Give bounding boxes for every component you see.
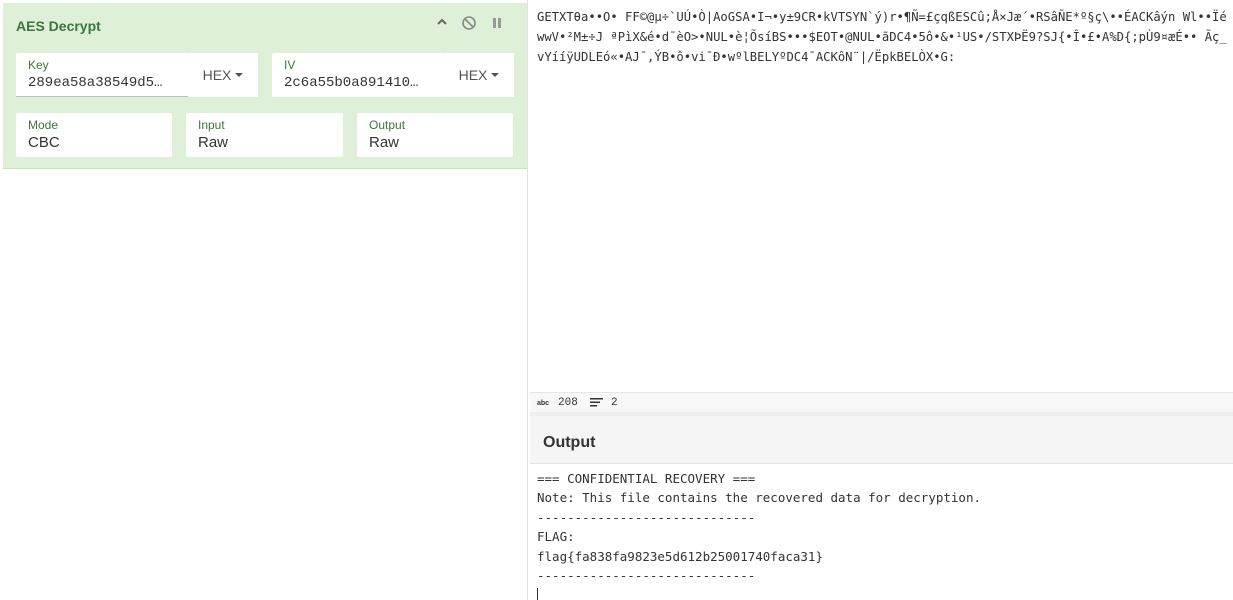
text-length-value: 208 [558, 397, 578, 409]
iv-format-label: HEX [458, 67, 488, 83]
input-format-field[interactable]: Input Raw [186, 113, 343, 157]
lines-icon [590, 397, 604, 411]
output-format-value[interactable]: Raw [369, 134, 399, 151]
output-line: === CONFIDENTIAL RECOVERY === [537, 471, 756, 486]
iv-field[interactable]: IV 2c6a55b0a891410… [272, 53, 444, 97]
aes-decrypt-operation: AES Decrypt Key 289ea58a38549d5… HEX IV … [3, 3, 527, 169]
key-value[interactable]: 289ea58a38549d5… [28, 75, 186, 91]
output-line: FLAG: [537, 529, 575, 544]
app-root: AES Decrypt Key 289ea58a38549d5… HEX IV … [0, 0, 1233, 600]
output-body[interactable]: === CONFIDENTIAL RECOVERY === Note: This… [530, 464, 1233, 600]
output-title: Output [543, 434, 596, 451]
output-format-field[interactable]: Output Raw [357, 113, 513, 157]
key-underline [16, 96, 188, 97]
key-field[interactable]: Key 289ea58a38549d5… [16, 53, 188, 97]
svg-text:abc: abc [537, 400, 549, 407]
mode-field[interactable]: Mode CBC [16, 113, 172, 157]
key-format-dropdown[interactable]: HEX [188, 53, 258, 97]
iv-value[interactable]: 2c6a55b0a891410… [284, 75, 442, 91]
mode-label: Mode [28, 118, 59, 132]
input-format-label: Input [198, 118, 225, 132]
key-label: Key [28, 58, 49, 72]
output-line: Note: This file contains the recovered d… [537, 490, 982, 505]
pause-icon[interactable] [488, 15, 506, 33]
input-status-bar: abc 208 2 [530, 392, 1233, 412]
text-length-icon: abc [537, 397, 551, 411]
caret-down-icon [235, 73, 244, 77]
output-line: ----------------------------- [537, 510, 756, 525]
lines-value: 2 [611, 397, 618, 409]
input-pane[interactable]: GETXTθa••O• FF©@µ÷`UÚ•Ò|AoGSA•I¬•y±9CR•k… [530, 0, 1233, 392]
disable-icon[interactable] [460, 15, 478, 33]
operation-title: AES Decrypt [16, 18, 101, 34]
input-format-value[interactable]: Raw [198, 134, 228, 151]
input-text[interactable]: GETXTθa••O• FF©@µ÷`UÚ•Ò|AoGSA•I¬•y±9CR•k… [537, 7, 1231, 67]
chevron-up-icon[interactable] [433, 15, 451, 33]
iv-label: IV [284, 58, 296, 72]
output-format-label: Output [369, 118, 406, 132]
text-cursor [537, 588, 538, 600]
caret-down-icon [491, 73, 500, 77]
recipe-panel: AES Decrypt Key 289ea58a38549d5… HEX IV … [0, 0, 528, 600]
output-line: flag{fa838fa9823e5d612b25001740faca31} [537, 549, 823, 564]
output-header: Output [530, 416, 1233, 464]
iv-format-dropdown[interactable]: HEX [444, 53, 514, 97]
mode-value[interactable]: CBC [28, 134, 60, 151]
output-line: ----------------------------- [537, 568, 756, 583]
key-format-label: HEX [202, 67, 232, 83]
